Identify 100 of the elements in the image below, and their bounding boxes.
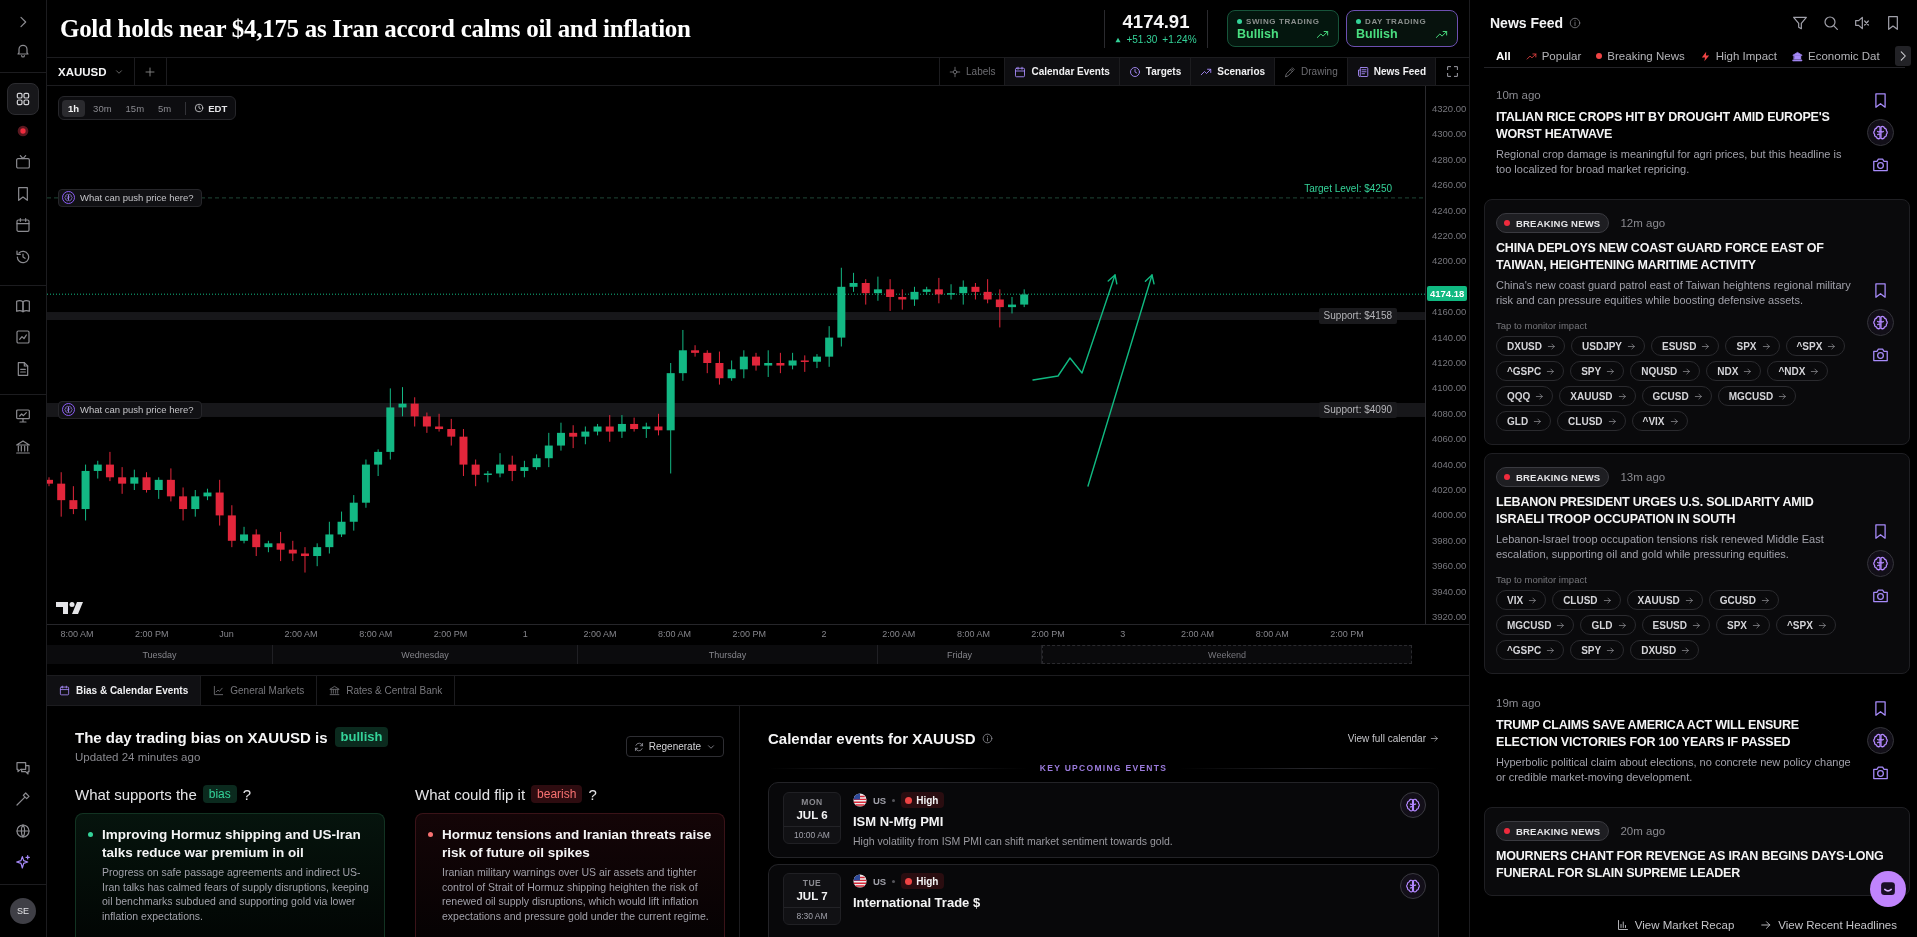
ticker-chip[interactable]: SPY [1570,640,1625,660]
brain-icon[interactable] [1866,119,1894,146]
footer-link[interactable]: View Market Recap [1616,918,1735,931]
filter-tab[interactable]: Popular [1525,45,1582,67]
ticker-chip[interactable]: USDJPY [1571,336,1646,356]
ticker-chip[interactable]: ESUSD [1651,336,1720,356]
ticker-chip[interactable]: CLUSD [1552,590,1621,610]
ticker-chip[interactable]: MGCUSD [1496,615,1575,635]
bookmark-icon[interactable] [15,185,31,202]
globe-icon[interactable] [15,822,31,839]
presentation-icon[interactable] [15,407,31,424]
brain-icon[interactable] [1866,308,1894,336]
news-headline[interactable]: CHINA DEPLOYS NEW COAST GUARD FORCE EAST OF TAIWAN, HEIGHTENING MARITIME ACTIVITY [1496,240,1855,274]
bookmark-icon[interactable] [1885,14,1901,31]
filter-tab[interactable]: High Impact [1699,45,1778,67]
trading-mode-card[interactable]: DAY TRADING Bullish [1346,10,1458,47]
document-icon[interactable] [15,360,31,377]
ticker-chip[interactable]: ^SPX [1785,336,1846,356]
avatar[interactable]: SE [10,898,36,924]
price-prompt-button[interactable]: What can push price here? [58,188,202,207]
news-headline[interactable]: LEBANON PRESIDENT URGES U.S. SOLIDARITY AMID ISRAELI TROOP OCCUPATION IN SOUTH [1496,494,1855,528]
brain-icon[interactable] [1866,550,1894,577]
news-card[interactable] [1484,199,1910,445]
ticker-chip[interactable]: GLD [1580,615,1636,635]
bank-icon[interactable] [15,438,31,455]
chart-icon[interactable] [15,329,31,345]
filter-icon[interactable] [1792,14,1808,31]
ticker-chip[interactable]: MGCUSD [1717,386,1797,406]
ticker-chip[interactable]: ^VIX [1631,411,1688,431]
ticker-chip[interactable]: SPY [1570,361,1625,381]
view-calendar-link[interactable]: View full calendar [1347,732,1439,744]
chat-icon[interactable] [1870,871,1906,907]
price-prompt-button[interactable]: What can push price here? [58,401,202,419]
mute-icon[interactable] [1854,14,1870,31]
ticker-chip[interactable]: SPX [1725,336,1780,356]
ticker-chip[interactable]: SPX [1716,615,1771,635]
hammer-icon[interactable] [15,791,31,807]
info-icon[interactable] [981,732,993,744]
timezone-button[interactable]: EDT [194,102,228,114]
brain-icon[interactable] [1866,727,1894,754]
panel-tab[interactable]: Bias & Calendar Events [47,676,202,705]
news-card[interactable]: BREAKING NEWS 20m ago MOURNERS CHANT FOR REVENGE AS IRAN BEGINS DAYS-LONG FUNERAL FOR SLAIN SUPREME LEADER [1484,807,1910,896]
ticker-chip[interactable]: ^SPX [1776,615,1836,635]
symbol-selector[interactable]: XAUUSD [47,58,134,85]
ticker-chip[interactable]: DXUSD [1496,336,1565,356]
ticker-chip[interactable]: VIX [1496,590,1547,610]
tv-icon[interactable] [15,154,31,170]
ticker-chip[interactable]: ^NDX [1767,361,1829,381]
info-icon[interactable] [1569,16,1582,29]
toolbar-button[interactable]: Scenarios [1190,58,1275,85]
event-card[interactable]: TUE JUL 7 8:30 AM US High International Trade $ [768,864,1439,937]
brain-icon[interactable] [1400,792,1426,818]
ticker-chip[interactable]: NQUSD [1630,361,1701,381]
ticker-chip[interactable]: GCUSD [1708,590,1779,610]
toolbar-button[interactable]: Drawing [1274,58,1347,85]
ticker-chip[interactable]: XAUUSD [1626,590,1703,610]
ticker-chip[interactable]: XAUUSD [1559,386,1636,406]
toolbar-button[interactable]: Targets [1118,58,1191,85]
timeframe-button[interactable]: 30m [87,99,118,117]
plus-icon[interactable] [144,65,157,78]
timeframe-button[interactable]: 1h [62,99,86,117]
toolbar-button[interactable]: News Feed [1346,58,1435,85]
grid-icon[interactable] [7,83,39,115]
camera-icon[interactable] [1871,156,1889,173]
regenerate-button[interactable]: Regenerate [625,736,724,757]
chevron-right-icon[interactable] [1894,46,1911,66]
history-icon[interactable] [15,248,31,265]
timeframe-button[interactable]: 15m [119,99,151,117]
footer-link[interactable]: View Recent Headlines [1760,918,1897,931]
bell-icon[interactable] [15,42,31,58]
camera-icon[interactable] [1871,764,1889,781]
ticker-chip[interactable]: ESUSD [1641,615,1710,635]
ticker-chip[interactable]: GLD [1496,411,1552,431]
event-card[interactable]: MON JUL 6 10:00 AM US High ISM N-Mfg PMI High volatility from ISM PMI can shift market sentiment towards gold. [768,782,1439,858]
ticker-chip[interactable]: GCUSD [1641,386,1712,406]
ticker-chip[interactable]: ^GSPC [1496,361,1565,381]
chat-icon[interactable] [15,759,31,776]
panel-tab[interactable]: Rates & Central Bank [317,676,456,705]
trading-mode-card[interactable]: SWING TRADING Bullish [1227,10,1339,47]
search-icon[interactable] [1823,14,1839,31]
book-icon[interactable] [15,297,31,314]
calendar-icon[interactable] [15,217,31,233]
camera-icon[interactable] [1871,587,1889,604]
filter-tab[interactable]: All [1496,45,1511,67]
news-headline[interactable]: ITALIAN RICE CROPS HIT BY DROUGHT AMID EUROPE'S WORST HEATWAVE [1496,109,1855,143]
toolbar-button[interactable]: Calendar Events [1004,58,1119,85]
ticker-chip[interactable]: CLUSD [1557,411,1626,431]
ticker-chip[interactable]: ^GSPC [1496,640,1565,660]
brain-icon[interactable] [1400,873,1426,899]
filter-tab[interactable]: Breaking News [1596,45,1685,67]
ticker-chip[interactable]: QQQ [1496,386,1554,406]
fullscreen-icon[interactable] [1446,65,1459,78]
ticker-chip[interactable]: DXUSD [1630,640,1700,660]
panel-tab[interactable]: General Markets [201,676,318,705]
filter-tab[interactable]: Economic Dat [1792,45,1880,67]
timeframe-button[interactable]: 5m [152,99,178,117]
news-headline[interactable]: MOURNERS CHANT FOR REVENGE AS IRAN BEGINS DAYS-LONG FUNERAL FOR SLAIN SUPREME LEADER [1496,848,1897,882]
news-headline[interactable]: TRUMP CLAIMS SAVE AMERICA ACT WILL ENSURE ELECTION VICTORIES FOR 100 YEARS IF PASSED [1496,717,1855,751]
ticker-chip[interactable]: NDX [1706,361,1762,381]
news-card[interactable] [1484,453,1910,674]
